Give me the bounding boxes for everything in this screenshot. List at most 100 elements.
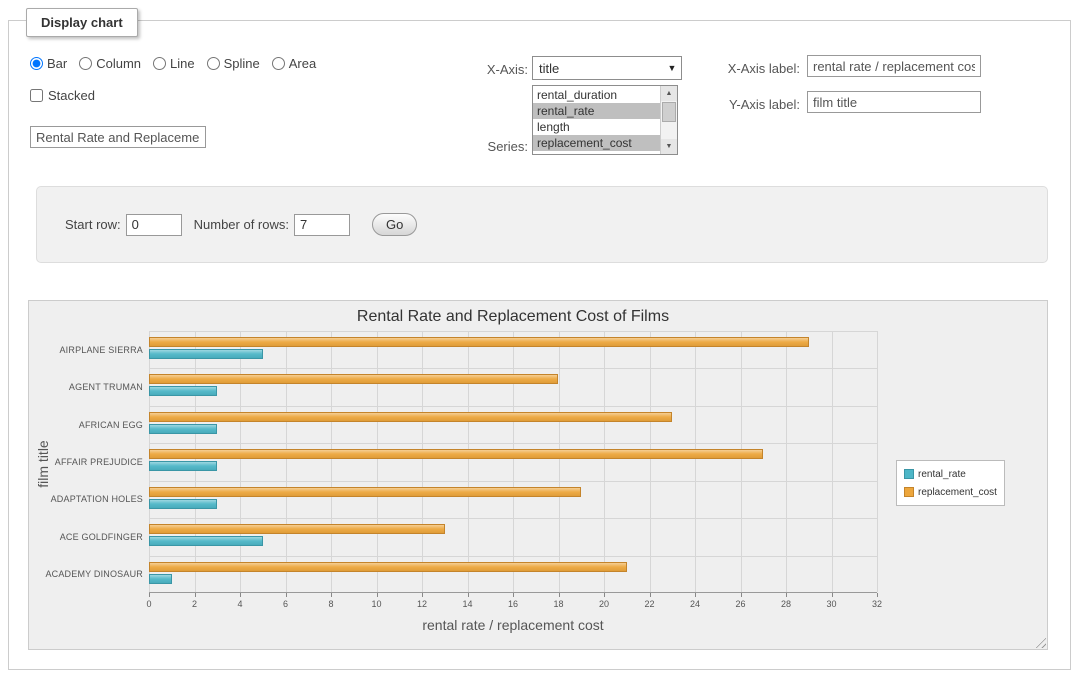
stacked-option[interactable]: Stacked — [30, 88, 95, 103]
gridline — [422, 331, 423, 592]
series-listbox: rental_durationrental_ratelengthreplacem… — [532, 85, 678, 155]
bar-rental_rate — [149, 536, 263, 546]
chart-type-option-line[interactable]: Line — [153, 56, 195, 71]
tick-mark — [786, 593, 787, 597]
x-tick-label: 4 — [225, 599, 255, 609]
scroll-down-button[interactable]: ▼ — [661, 139, 677, 154]
tick-mark — [513, 593, 514, 597]
tick-mark — [149, 593, 150, 597]
y-axis-label-input[interactable] — [807, 91, 981, 113]
tick-mark — [695, 593, 696, 597]
gridline — [695, 331, 696, 592]
start-row-label: Start row: — [65, 217, 121, 232]
bar-replacement_cost — [149, 562, 627, 572]
chart-type-option-bar[interactable]: Bar — [30, 56, 67, 71]
bar-replacement_cost — [149, 337, 809, 347]
chart-type-radio-line[interactable] — [153, 57, 166, 70]
gridline — [559, 331, 560, 592]
chart-resize-handle[interactable] — [1033, 635, 1046, 648]
number-of-rows-input[interactable] — [294, 214, 350, 236]
stacked-checkbox[interactable] — [30, 89, 43, 102]
chart-type-radio-label: Bar — [47, 56, 67, 71]
gridline — [741, 331, 742, 592]
chart-type-option-column[interactable]: Column — [79, 56, 141, 71]
chart-x-axis-title: rental rate / replacement cost — [149, 617, 877, 633]
gridline — [149, 518, 877, 519]
chart-type-radio-bar[interactable] — [30, 57, 43, 70]
gridline — [377, 331, 378, 592]
chart-title-input[interactable] — [30, 126, 206, 148]
chart-type-radio-area[interactable] — [272, 57, 285, 70]
category-label: ADAPTATION HOLES — [33, 494, 143, 504]
chart-type-option-spline[interactable]: Spline — [207, 56, 260, 71]
x-tick-label: 28 — [771, 599, 801, 609]
category-label: AGENT TRUMAN — [33, 382, 143, 392]
gridline — [468, 331, 469, 592]
chart-type-radio-column[interactable] — [79, 57, 92, 70]
x-tick-label: 12 — [407, 599, 437, 609]
bar-rental_rate — [149, 386, 217, 396]
x-tick-label: 6 — [271, 599, 301, 609]
series-option-rental_rate[interactable]: rental_rate — [533, 103, 660, 119]
legend-item-rental_rate[interactable]: rental_rate — [904, 465, 997, 483]
tick-mark — [286, 593, 287, 597]
gridline — [650, 331, 651, 592]
series-list-label: Series: — [448, 139, 528, 154]
legend-label: replacement_cost — [918, 487, 997, 498]
tick-mark — [331, 593, 332, 597]
chart-plot-area: 02468101214161820222426283032 — [149, 331, 877, 593]
bar-rental_rate — [149, 574, 172, 584]
chart-type-radio-spline[interactable] — [207, 57, 220, 70]
scroll-up-button[interactable]: ▲ — [661, 86, 677, 101]
bar-replacement_cost — [149, 412, 672, 422]
y-axis-label-caption: Y-Axis label: — [704, 97, 800, 112]
chart-type-radio-label: Column — [96, 56, 141, 71]
rows-panel: Start row: Number of rows: Go — [36, 186, 1048, 263]
x-axis-select-label: X-Axis: — [448, 62, 528, 77]
gridline — [513, 331, 514, 592]
gridline — [149, 406, 877, 407]
gridline — [149, 331, 877, 332]
category-label: AFFAIR PREJUDICE — [33, 457, 143, 467]
legend-swatch — [904, 487, 914, 497]
x-axis-select[interactable]: title ▼ — [532, 56, 682, 80]
start-row-input[interactable] — [126, 214, 182, 236]
x-tick-label: 20 — [589, 599, 619, 609]
chart-type-radio-label: Line — [170, 56, 195, 71]
tick-mark — [195, 593, 196, 597]
category-label: ACE GOLDFINGER — [33, 532, 143, 542]
bar-replacement_cost — [149, 374, 558, 384]
tick-mark — [422, 593, 423, 597]
series-option-length[interactable]: length — [533, 119, 660, 135]
category-label: AFRICAN EGG — [33, 420, 143, 430]
gridline — [149, 556, 877, 557]
gridline — [877, 331, 878, 592]
tick-mark — [240, 593, 241, 597]
chart-type-radio-group: Bar Column Line Spline Area — [30, 56, 316, 71]
chart-type-option-area[interactable]: Area — [272, 56, 316, 71]
series-listbox-scrollbar: ▲ ▼ — [660, 86, 677, 154]
tick-mark — [650, 593, 651, 597]
scrollbar-thumb[interactable] — [662, 102, 676, 122]
gridline — [786, 331, 787, 592]
legend-item-replacement_cost[interactable]: replacement_cost — [904, 483, 997, 501]
tick-mark — [559, 593, 560, 597]
gridline — [331, 331, 332, 592]
bar-rental_rate — [149, 424, 217, 434]
tick-mark — [604, 593, 605, 597]
tick-mark — [741, 593, 742, 597]
category-label: AIRPLANE SIERRA — [33, 345, 143, 355]
gridline — [149, 481, 877, 482]
x-axis-label-input[interactable] — [807, 55, 981, 77]
bar-replacement_cost — [149, 487, 581, 497]
legend-swatch — [904, 469, 914, 479]
series-option-replacement_cost[interactable]: replacement_cost — [533, 135, 660, 151]
bar-rental_rate — [149, 349, 263, 359]
x-tick-label: 32 — [862, 599, 892, 609]
series-option-rental_duration[interactable]: rental_duration — [533, 87, 660, 103]
chart-type-radio-label: Spline — [224, 56, 260, 71]
x-tick-label: 22 — [635, 599, 665, 609]
go-button[interactable]: Go — [372, 213, 417, 236]
chart-title: Rental Rate and Replacement Cost of Film… — [149, 308, 877, 326]
x-tick-label: 14 — [453, 599, 483, 609]
